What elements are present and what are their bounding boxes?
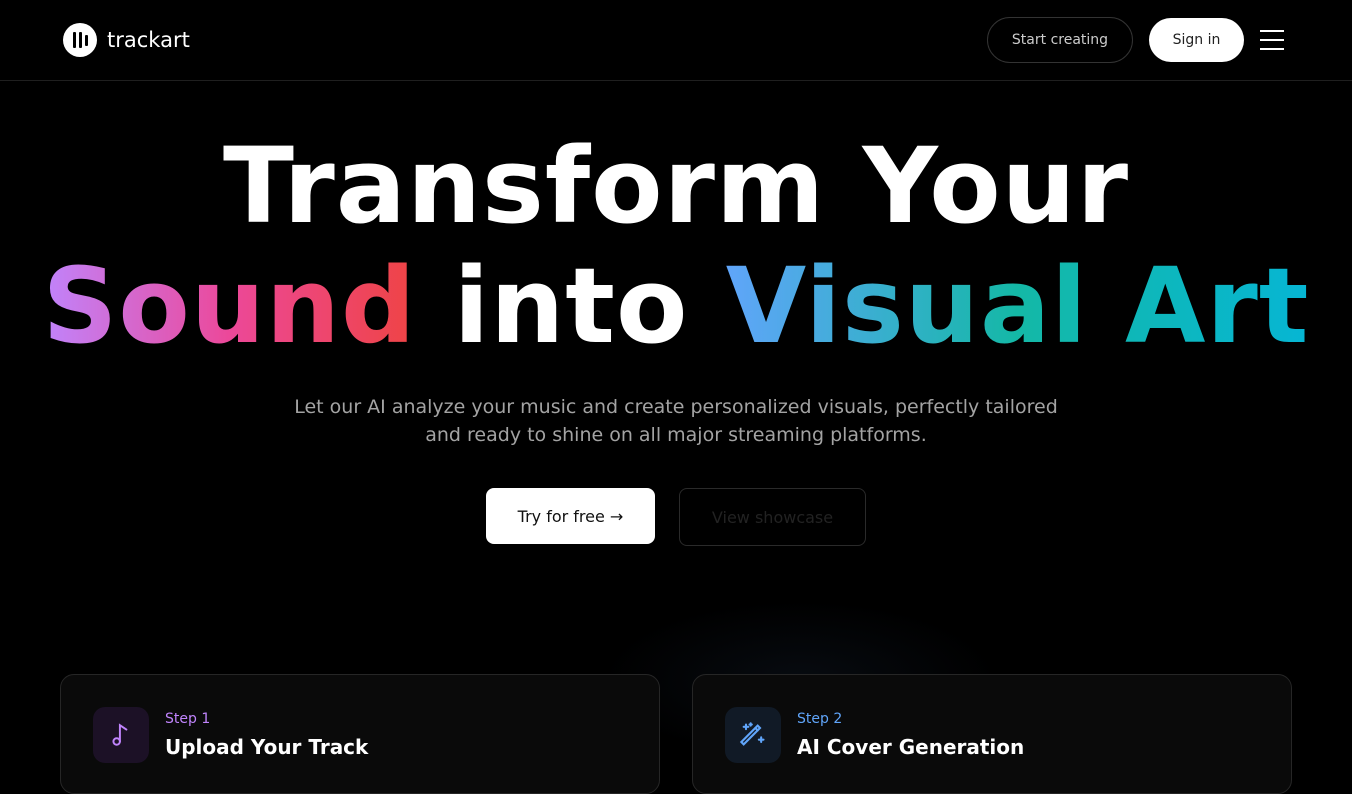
start-creating-button[interactable]: Start creating: [987, 17, 1133, 63]
top-nav: trackart Start creating Sign in: [0, 0, 1352, 81]
brand-name: trackart: [107, 28, 190, 52]
try-for-free-button[interactable]: Try for free →: [486, 488, 655, 544]
step-label: Step 2: [797, 711, 843, 727]
hero-subtitle: Let our AI analyze your music and create…: [294, 396, 1058, 446]
step-title: Upload Your Track: [165, 735, 369, 759]
sign-in-button[interactable]: Sign in: [1149, 18, 1244, 62]
brand-logo[interactable]: trackart: [63, 23, 190, 57]
hero-word-visual-art: Visual Art: [725, 245, 1310, 367]
hero-word-into: into: [453, 245, 689, 367]
step-card-upload: Step 1 Upload Your Track: [60, 674, 660, 794]
step-card-ai-cover: Step 2 AI Cover Generation: [692, 674, 1292, 794]
hero-title-line1: Transform Your: [222, 125, 1130, 247]
hamburger-menu-icon[interactable]: [1260, 30, 1284, 50]
view-showcase-button[interactable]: View showcase: [679, 488, 866, 546]
hero-title-line2: Sound into Visual Art: [0, 246, 1352, 366]
soundbars-icon: [63, 23, 97, 57]
magic-wand-icon: [725, 707, 781, 763]
hero-word-sound: Sound: [42, 245, 417, 367]
music-note-icon: [93, 707, 149, 763]
step-label: Step 1: [165, 711, 211, 727]
step-title: AI Cover Generation: [797, 735, 1025, 759]
